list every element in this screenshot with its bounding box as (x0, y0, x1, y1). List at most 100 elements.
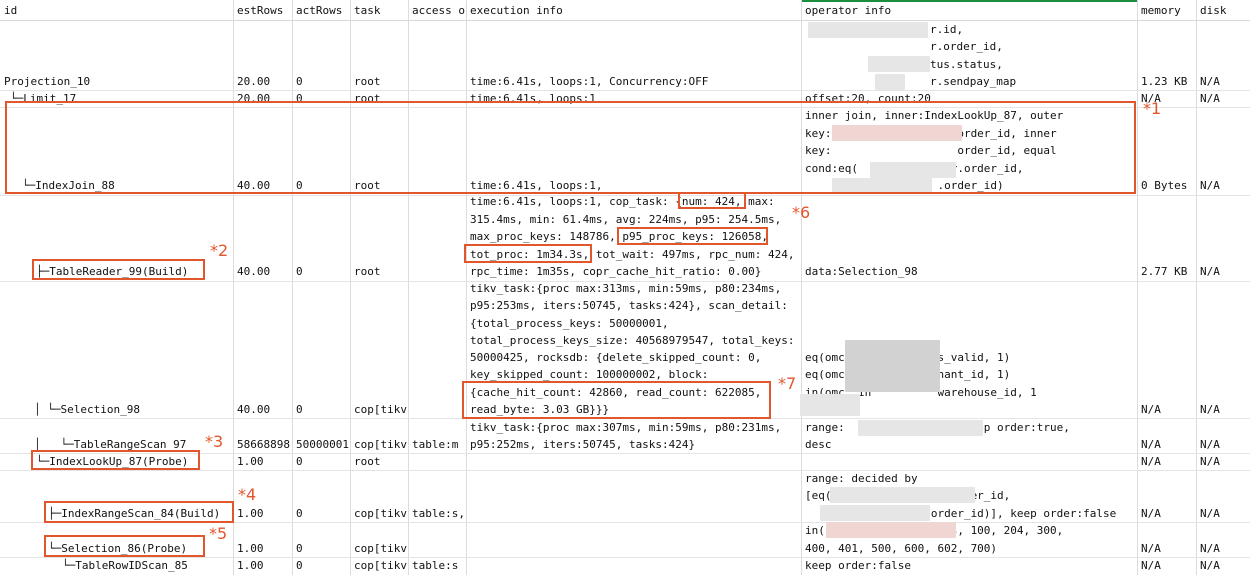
cell-actrows[interactable]: 0 (296, 401, 303, 419)
cell-task[interactable]: cop[tikv] (354, 505, 407, 523)
cell-task[interactable]: root (354, 263, 381, 281)
cell-access-object[interactable]: table:m (412, 436, 465, 454)
cell-disk[interactable]: N/A (1200, 540, 1220, 558)
cell-estrows[interactable]: 40.00 (237, 263, 270, 281)
cell-memory[interactable]: N/A (1141, 401, 1161, 419)
cell-estrows[interactable]: 1.00 (237, 540, 264, 558)
col-header-actrows[interactable]: actRows (296, 4, 350, 17)
cell-estrows[interactable]: 20.00 (237, 73, 270, 91)
cell-exec-info[interactable]: tikv_task:{proc max:307ms, min:59ms, p80… (470, 419, 781, 437)
cell-disk[interactable]: N/A (1200, 73, 1220, 91)
cell-operator-info[interactable]: r.id, (930, 21, 963, 39)
cell-operator-info[interactable]: tus.status, (930, 56, 1003, 74)
cell-actrows[interactable]: 0 (296, 73, 303, 91)
annotation-box-6a (678, 192, 746, 209)
row-id-selection-98[interactable]: │ └─Selection_98 (34, 401, 140, 419)
cell-disk[interactable]: N/A (1200, 401, 1220, 419)
cell-disk[interactable]: N/A (1200, 263, 1220, 281)
redaction-blur (875, 74, 905, 90)
cell-disk[interactable]: N/A (1200, 436, 1220, 454)
col-header-task[interactable]: task (354, 4, 407, 17)
cell-access-object[interactable]: table:s (412, 557, 465, 575)
col-header-id[interactable]: id (4, 4, 232, 17)
cell-operator-info[interactable]: keep order:false (805, 557, 911, 575)
cell-estrows[interactable]: 1.00 (237, 557, 264, 575)
cell-exec-info[interactable]: rpc_time: 1m35s, copr_cache_hit_ratio: 0… (470, 263, 761, 281)
col-header-disk[interactable]: disk (1200, 4, 1250, 17)
cell-memory[interactable]: N/A (1141, 557, 1161, 575)
redaction-blur (800, 394, 860, 416)
cell-memory[interactable]: 0 Bytes (1141, 177, 1187, 195)
cell-estrows[interactable]: 40.00 (237, 401, 270, 419)
cell-operator-info[interactable]: 400, 401, 500, 600, 602, 700) (805, 540, 997, 558)
row-id-projection[interactable]: Projection_10 (4, 73, 90, 91)
cell-exec-info[interactable]: 50000425, rocksdb: {delete_skipped_count… (470, 349, 761, 367)
grid-line (1137, 0, 1138, 575)
cell-memory[interactable]: N/A (1141, 505, 1161, 523)
col-header-operator-info[interactable]: operator info (805, 4, 1135, 17)
cell-memory[interactable]: N/A (1141, 436, 1161, 454)
cell-actrows[interactable]: 0 (296, 540, 303, 558)
redaction-blur (830, 487, 975, 503)
annotation-box-2 (32, 259, 205, 280)
cell-disk[interactable]: N/A (1200, 90, 1220, 108)
col-header-estrows[interactable]: estRows (237, 4, 291, 17)
cell-actrows[interactable]: 0 (296, 557, 303, 575)
annotation-label-5: *5 (209, 524, 228, 543)
redaction-blur (808, 22, 928, 38)
cell-operator-info[interactable]: r.sendpay_map (930, 73, 1016, 91)
annotation-box-6b (617, 227, 768, 245)
col-header-execution-info[interactable]: execution info (470, 4, 800, 17)
cell-actrows[interactable]: 50000001 (296, 436, 349, 454)
cell-task[interactable]: cop[tikv] (354, 557, 407, 575)
cell-exec-info[interactable]: total_process_keys_size: 40568979547, to… (470, 332, 795, 350)
cell-operator-info[interactable]: r.order_id, (930, 38, 1003, 56)
cell-operator-info[interactable]: data:Selection_98 (805, 263, 918, 281)
col-header-memory[interactable]: memory (1141, 4, 1195, 17)
redaction-blur (868, 56, 930, 72)
annotation-box-4 (44, 501, 234, 523)
grid-line (350, 0, 351, 575)
annotation-box-7 (462, 381, 771, 419)
cell-exec-info[interactable]: p95:253ms, iters:50745, tasks:424}, scan… (470, 297, 788, 315)
cell-access-object[interactable]: table:s, (412, 505, 465, 523)
cell-disk[interactable]: N/A (1200, 505, 1220, 523)
annotation-label-7: *7 (778, 374, 797, 393)
redaction-blur (858, 420, 983, 436)
cell-disk[interactable]: N/A (1200, 177, 1220, 195)
cell-memory[interactable]: 2.77 KB (1141, 263, 1187, 281)
row-id-tablerowidscan[interactable]: └─TableRowIDScan_85 (62, 557, 188, 575)
cell-task[interactable]: cop[tikv] (354, 540, 407, 558)
cell-exec-info[interactable]: {total_process_keys: 50000001, (470, 315, 669, 333)
grid-line (408, 0, 409, 575)
cell-task[interactable]: cop[tikv] (354, 401, 407, 419)
cell-task[interactable]: cop[tikv] (354, 436, 407, 454)
cell-estrows[interactable]: 58668898.50 (237, 436, 291, 454)
cell-exec-info[interactable]: 315.4ms, min: 61.4ms, avg: 224ms, p95: 2… (470, 211, 781, 229)
grid-line (1196, 0, 1197, 575)
col-header-access-object[interactable]: access ol (412, 4, 466, 17)
cell-estrows[interactable]: 1.00 (237, 453, 264, 471)
grid-line (801, 0, 802, 575)
cell-memory[interactable]: 1.23 KB (1141, 73, 1187, 91)
cell-task[interactable]: root (354, 73, 381, 91)
cell-disk[interactable]: N/A (1200, 453, 1220, 471)
cell-actrows[interactable]: 0 (296, 505, 303, 523)
cell-memory[interactable]: N/A (1141, 540, 1161, 558)
cell-exec-info[interactable]: p95:252ms, iters:50745, tasks:424} (470, 436, 695, 454)
cell-disk[interactable]: N/A (1200, 557, 1220, 575)
cell-estrows[interactable]: 1.00 (237, 505, 264, 523)
annotation-label-1: *1 (1143, 99, 1162, 118)
cell-exec-info[interactable]: tikv_task:{proc max:313ms, min:59ms, p80… (470, 280, 781, 298)
annotation-box-3 (31, 450, 200, 470)
grid-line (233, 0, 234, 575)
cell-operator-info[interactable]: range: decided by (805, 470, 918, 488)
annotation-box-6c (464, 244, 592, 263)
cell-actrows[interactable]: 0 (296, 263, 303, 281)
cell-memory[interactable]: N/A (1141, 453, 1161, 471)
cell-actrows[interactable]: 0 (296, 453, 303, 471)
cell-exec-info[interactable]: time:6.41s, loops:1, Concurrency:OFF (470, 73, 708, 91)
cell-operator-info[interactable]: desc (805, 436, 832, 454)
annotation-label-6: *6 (792, 203, 811, 222)
cell-task[interactable]: root (354, 453, 381, 471)
